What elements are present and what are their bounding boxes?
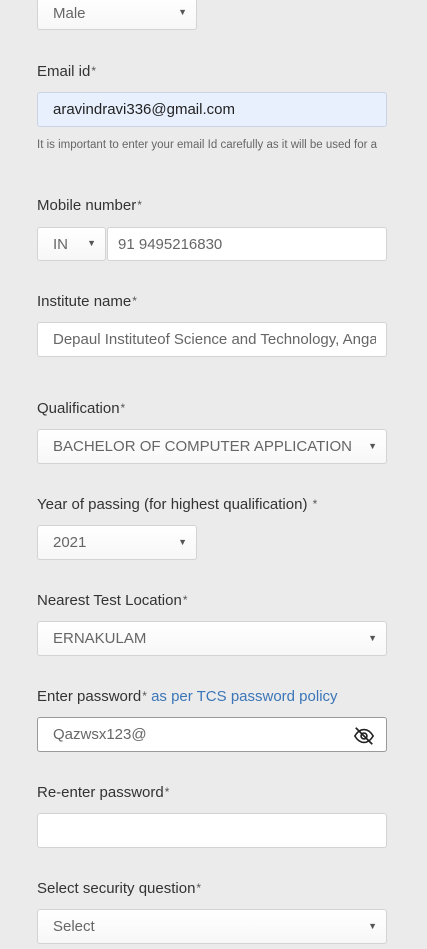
security-question-label: Select security question* [37,880,202,897]
country-code-select[interactable]: IN ▼ [37,227,106,261]
email-value: aravindravi336@gmail.com [53,101,235,118]
country-code-value: IN [53,235,68,253]
caret-down-icon: ▼ [87,238,96,248]
mobile-number-value: 91 9495216830 [118,235,223,253]
password-label: Enter password* as per TCS password poli… [37,688,338,705]
reenter-password-field[interactable] [37,813,387,848]
mobile-number-field[interactable]: 91 9495216830 [107,227,387,261]
year-select[interactable]: 2021 ▼ [37,525,197,560]
caret-down-icon: ▼ [178,536,187,547]
test-location-label: Nearest Test Location* [37,592,188,609]
security-question-value: Select [53,918,95,935]
institute-field[interactable]: Depaul Instituteof Science and Technolog… [37,322,387,357]
email-field[interactable]: aravindravi336@gmail.com [37,92,387,127]
eye-slash-icon[interactable] [353,725,375,747]
test-location-select[interactable]: ERNAKULAM ▼ [37,621,387,656]
test-location-value: ERNAKULAM [53,630,147,647]
email-hint: It is important to enter your email Id c… [37,139,378,151]
institute-label: Institute name* [37,293,137,310]
year-label: Year of passing (for highest qualificati… [37,496,318,513]
password-policy-link[interactable]: as per TCS password policy [151,688,337,705]
reenter-password-label: Re-enter password* [37,784,170,801]
gender-value: Male [53,4,86,22]
password-value: Qazwsx123@ [53,726,147,743]
institute-value: Depaul Instituteof Science and Technolog… [53,331,376,348]
year-value: 2021 [53,534,87,551]
password-field[interactable]: Qazwsx123@ [37,717,387,752]
caret-down-icon: ▼ [178,7,187,17]
qualification-select[interactable]: BACHELOR OF COMPUTER APPLICATION ▼ [37,429,387,464]
caret-down-icon: ▼ [368,632,377,643]
email-label: Email id* [37,63,97,80]
qualification-value: BACHELOR OF COMPUTER APPLICATION [53,438,352,455]
mobile-label: Mobile number* [37,197,142,214]
qualification-label: Qualification* [37,400,126,417]
security-question-select[interactable]: Select ▼ [37,909,387,944]
caret-down-icon: ▼ [368,440,377,451]
caret-down-icon: ▼ [368,920,377,931]
gender-select[interactable]: Male ▼ [37,0,197,30]
